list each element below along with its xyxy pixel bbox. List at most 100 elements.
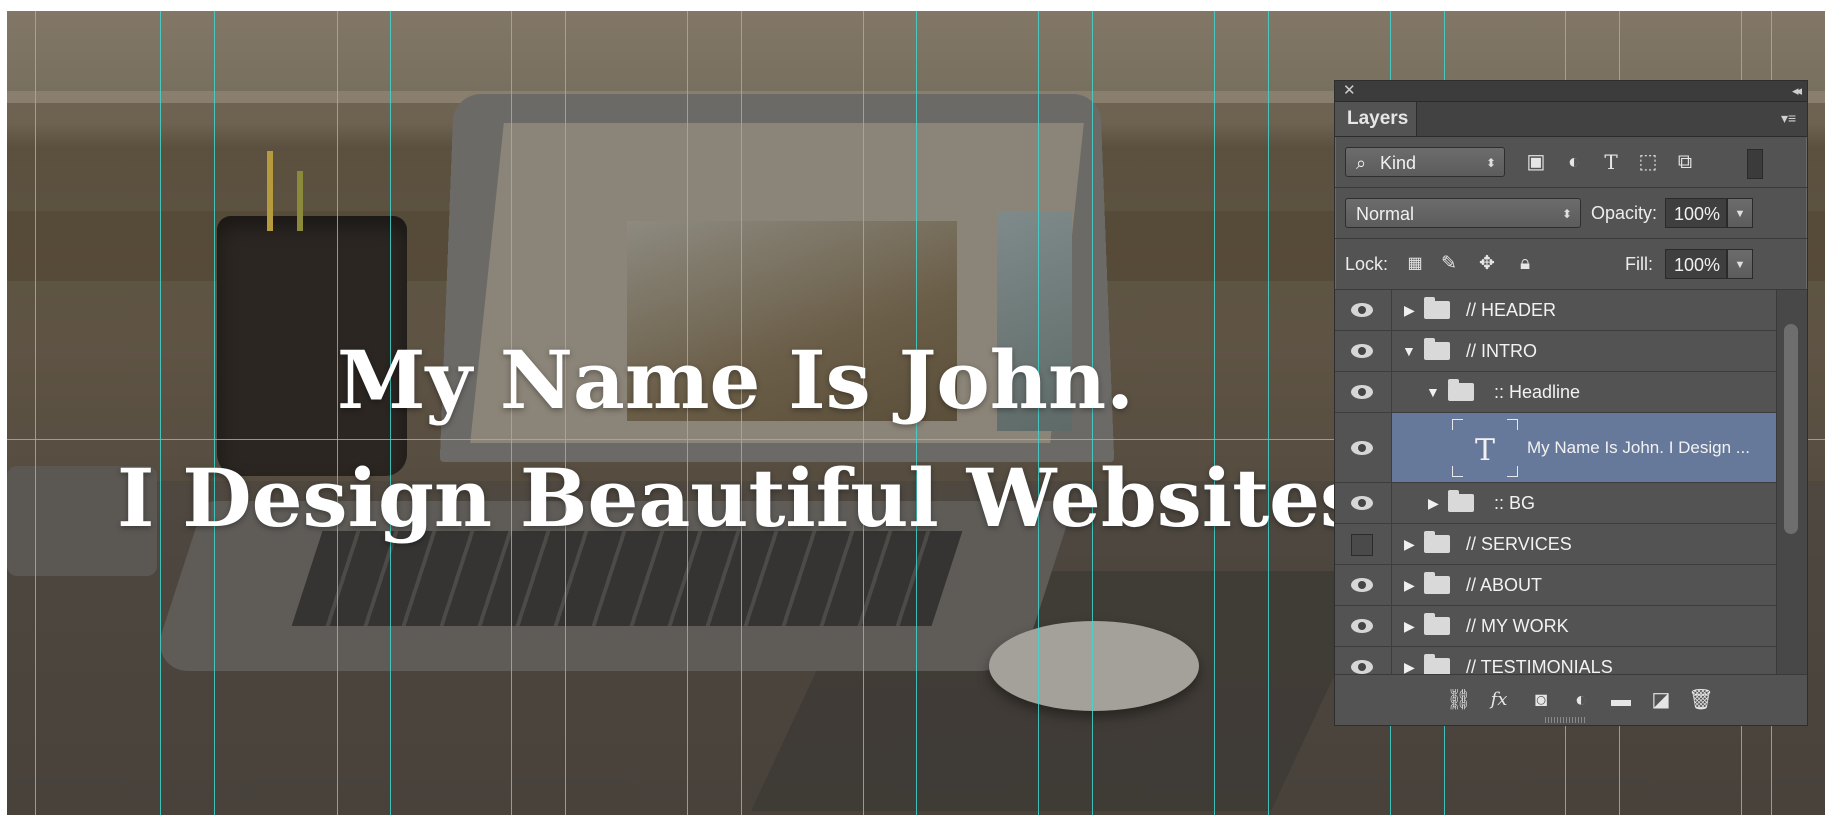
keyboard-image — [291, 531, 963, 626]
layer-row[interactable]: ▶ // HEADER — [1335, 290, 1777, 331]
expand-arrow-icon[interactable]: ▶ — [1404, 617, 1415, 635]
layer-name: // INTRO — [1466, 340, 1537, 361]
lock-paint-icon[interactable]: ✎ — [1437, 252, 1461, 276]
layer-row[interactable]: ▼ :: Headline — [1335, 372, 1777, 413]
trash-icon[interactable]: 🗑︎ — [1687, 687, 1715, 713]
visibility-toggle[interactable] — [1335, 606, 1392, 646]
kind-filter-select[interactable]: ⌕ Kind ⬍ — [1345, 147, 1505, 177]
lock-transparent-icon[interactable]: ▦ — [1403, 252, 1427, 276]
adjustment-layer-icon[interactable]: ◐ — [1567, 687, 1595, 713]
folder-icon — [1424, 572, 1450, 594]
lock-label: Lock: — [1345, 254, 1389, 274]
type-layer-icon: T — [1474, 433, 1495, 468]
eye-icon — [1351, 496, 1373, 510]
image-filter-icon[interactable]: ▣ — [1523, 149, 1549, 175]
vertical-guide[interactable] — [214, 11, 215, 815]
opacity-input[interactable]: 100% — [1665, 198, 1727, 228]
layer-name: // MY WORK — [1466, 615, 1569, 636]
folder-icon — [1424, 531, 1450, 553]
layer-row-selected[interactable]: T My Name Is John. I Design ... — [1335, 413, 1777, 483]
mouse-image — [989, 621, 1199, 711]
layer-row[interactable]: ▶ // MY WORK — [1335, 606, 1777, 647]
collapse-arrow-icon[interactable]: ▼ — [1402, 342, 1416, 360]
updown-arrows-icon: ⬍ — [1485, 156, 1496, 170]
eye-icon — [1351, 344, 1373, 358]
layer-row[interactable]: ▶ // TESTIMONIALS — [1335, 647, 1777, 674]
panel-bottom-toolbar: ⛓ fx ◙ ◐ ▬ ◪ 🗑︎ — [1335, 674, 1807, 725]
vertical-guide[interactable] — [1214, 11, 1215, 815]
hidden-visibility-box — [1351, 534, 1373, 556]
lock-all-icon[interactable]: 🔒︎ — [1513, 252, 1537, 276]
panel-menu-icon[interactable]: ▾≡ — [1781, 110, 1799, 126]
updown-arrows-icon: ⬍ — [1561, 207, 1572, 221]
layer-row[interactable]: ▶ :: BG — [1335, 483, 1777, 524]
shape-filter-icon[interactable]: ⬚ — [1635, 149, 1661, 175]
open-folder-icon — [1424, 338, 1450, 360]
layer-name: My Name Is John. I Design ... — [1527, 437, 1750, 457]
blend-mode-select[interactable]: Normal ⬍ — [1345, 198, 1581, 228]
collapse-arrow-icon[interactable]: ▼ — [1426, 383, 1440, 401]
new-group-icon[interactable]: ▬ — [1607, 687, 1635, 713]
eye-icon — [1351, 303, 1373, 317]
smart-object-filter-icon[interactable]: ⧉ — [1672, 149, 1698, 175]
folder-icon — [1448, 490, 1474, 512]
visibility-toggle[interactable] — [1335, 372, 1392, 412]
type-filter-icon[interactable]: T — [1598, 149, 1624, 175]
expand-arrow-icon[interactable]: ▶ — [1428, 494, 1439, 512]
fill-label: Fill: — [1625, 254, 1653, 274]
lock-row: Lock: ▦ ✎ ✥ 🔒︎ Fill: 100% ▼ — [1335, 239, 1807, 290]
layer-name: // ABOUT — [1466, 574, 1543, 595]
double-chevron-left-icon[interactable]: ◂◂ — [1792, 82, 1802, 100]
blend-mode-value: Normal — [1356, 204, 1415, 224]
layer-row[interactable]: ▶ // SERVICES — [1335, 524, 1777, 565]
fill-input[interactable]: 100% — [1665, 249, 1727, 279]
headline-line-1[interactable]: My Name Is John. — [337, 333, 1134, 427]
visibility-toggle[interactable] — [1335, 331, 1392, 371]
layer-row[interactable]: ▼ // INTRO — [1335, 331, 1777, 372]
pencil-image — [267, 151, 273, 231]
tab-layers[interactable]: Layers — [1335, 102, 1417, 136]
thumb-corner — [1452, 419, 1463, 430]
opacity-label: Opacity: — [1591, 203, 1658, 223]
resize-grip[interactable] — [1545, 717, 1585, 723]
visibility-toggle[interactable] — [1335, 565, 1392, 605]
headline-line-2[interactable]: I Design Beautiful Websites. — [117, 451, 1393, 545]
text-layer-thumbnail: T — [1452, 419, 1518, 477]
vertical-guide[interactable] — [35, 11, 36, 815]
close-icon[interactable]: ✕ — [1343, 82, 1356, 100]
link-layers-icon[interactable]: ⛓ — [1445, 687, 1473, 713]
eye-icon — [1351, 619, 1373, 633]
visibility-toggle[interactable] — [1335, 290, 1392, 330]
fill-dropdown-button[interactable]: ▼ — [1727, 249, 1753, 279]
visibility-toggle[interactable] — [1335, 483, 1392, 523]
adjustment-filter-icon[interactable]: ◐ — [1561, 149, 1587, 175]
filter-toggle-switch[interactable] — [1747, 149, 1763, 179]
new-layer-icon[interactable]: ◪ — [1647, 687, 1675, 713]
layer-row[interactable]: ▶ // ABOUT — [1335, 565, 1777, 606]
folder-icon — [1424, 654, 1450, 674]
layers-list[interactable]: ▶ // HEADER ▼ // INTRO ▼ :: Headline T M… — [1335, 290, 1777, 674]
expand-arrow-icon[interactable]: ▶ — [1404, 535, 1415, 553]
visibility-toggle[interactable] — [1335, 524, 1392, 564]
panel-titlebar[interactable]: ✕ ◂◂ — [1335, 81, 1807, 102]
layer-name: // HEADER — [1466, 299, 1557, 320]
visibility-toggle[interactable] — [1335, 647, 1392, 674]
expand-arrow-icon[interactable]: ▶ — [1404, 658, 1415, 674]
expand-arrow-icon[interactable]: ▶ — [1404, 301, 1415, 319]
blend-row: Normal ⬍ Opacity: 100% ▼ — [1335, 188, 1807, 239]
fx-icon[interactable]: fx — [1485, 687, 1513, 713]
layers-scrollbar[interactable] — [1776, 290, 1807, 674]
vertical-guide[interactable] — [1268, 11, 1269, 815]
vertical-guide[interactable] — [160, 11, 161, 815]
scrollbar-thumb[interactable] — [1784, 324, 1798, 534]
opacity-dropdown-button[interactable]: ▼ — [1727, 198, 1753, 228]
lock-move-icon[interactable]: ✥ — [1475, 252, 1499, 276]
add-mask-icon[interactable]: ◙ — [1527, 687, 1555, 713]
open-folder-icon — [1448, 379, 1474, 401]
layer-name: // TESTIMONIALS — [1466, 656, 1613, 675]
visibility-toggle[interactable] — [1335, 413, 1392, 482]
eye-icon — [1351, 578, 1373, 592]
expand-arrow-icon[interactable]: ▶ — [1404, 576, 1415, 594]
layers-panel[interactable]: ✕ ◂◂ Layers ▾≡ ⌕ Kind ⬍ ▣ ◐ T ⬚ ⧉ Normal… — [1334, 80, 1808, 726]
thumb-corner — [1507, 419, 1518, 430]
